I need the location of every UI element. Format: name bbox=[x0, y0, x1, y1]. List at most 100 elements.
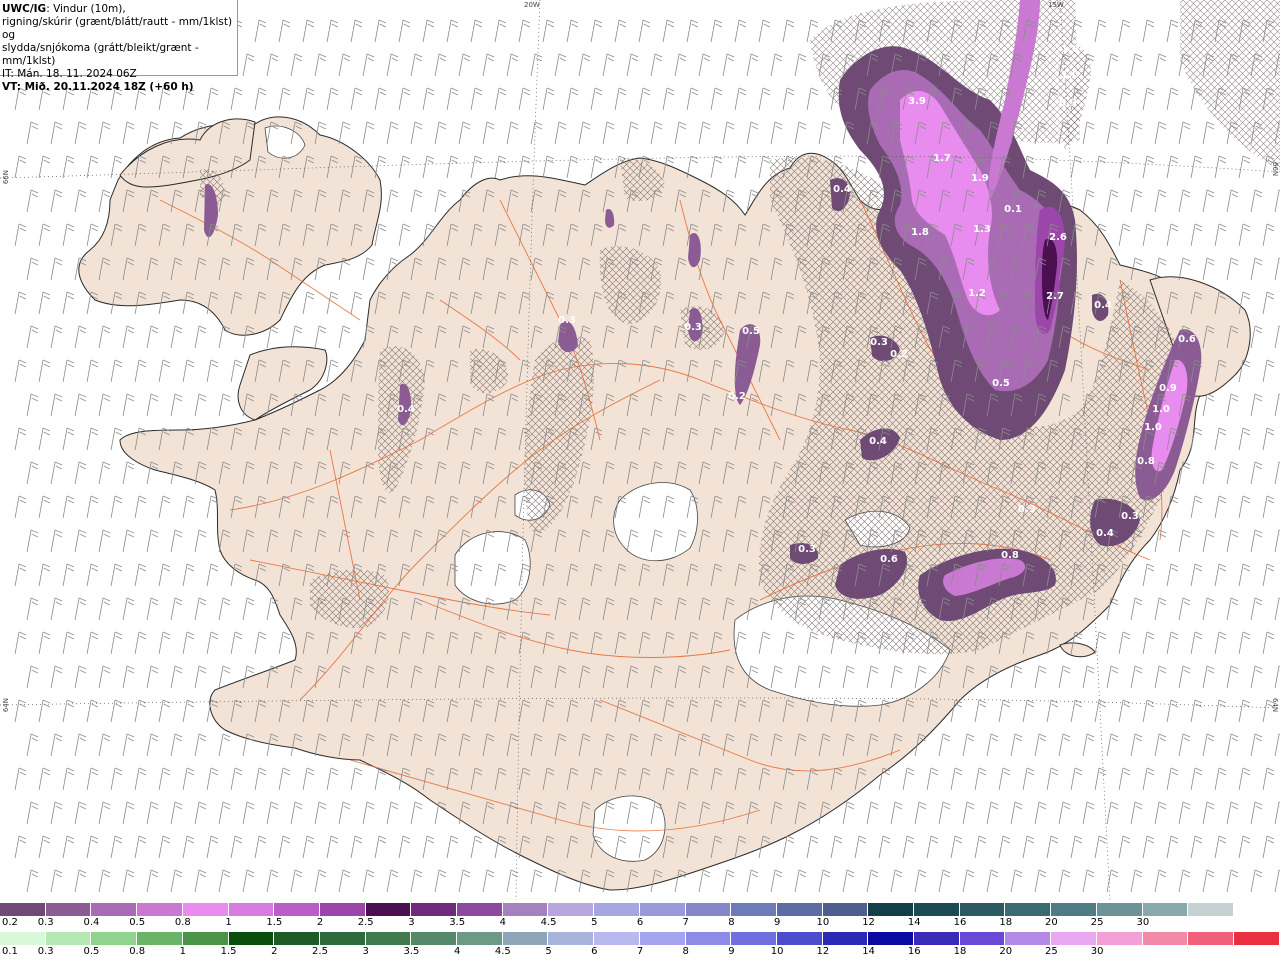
legend-swatch bbox=[639, 932, 686, 945]
precip-value-label: 1.0 bbox=[1061, 70, 1079, 81]
coord-top-20w: 20W bbox=[524, 1, 540, 9]
legend-label: 4 bbox=[499, 917, 507, 928]
legend-swatch bbox=[319, 903, 366, 916]
precip-value-label: 0.8 bbox=[1001, 550, 1019, 561]
legend-swatch bbox=[274, 932, 320, 945]
legend-label: 10 bbox=[770, 946, 784, 957]
legend-swatch bbox=[1188, 932, 1234, 945]
precip-value-label: 3.9 bbox=[908, 96, 926, 107]
info-line-3: slydda/snjókoma (grátt/bleikt/grænt - mm… bbox=[2, 42, 199, 67]
legend-swatch bbox=[1233, 932, 1280, 945]
precip-value-label: 0.4 bbox=[1096, 528, 1114, 539]
legend-swatch bbox=[411, 903, 458, 916]
legend-swatch bbox=[274, 903, 320, 916]
legend-swatch bbox=[914, 903, 960, 916]
legend-label: 14 bbox=[907, 917, 921, 928]
legend-label: 30 bbox=[1136, 917, 1150, 928]
legend-swatch bbox=[91, 932, 138, 945]
legend-label: 0.4 bbox=[83, 917, 100, 928]
precip-value-label: 1.2 bbox=[968, 288, 986, 299]
legend-swatch bbox=[411, 932, 458, 945]
legend-label: 0.3 bbox=[37, 917, 54, 928]
precip-value-label: 0.3 bbox=[684, 322, 702, 333]
precip-value-label: 0.9 bbox=[1159, 383, 1177, 394]
precip-value-label: 1.9 bbox=[971, 173, 989, 184]
legend-label: 20 bbox=[1045, 917, 1058, 928]
legend-swatch bbox=[731, 903, 777, 916]
legend-label: 7 bbox=[682, 917, 689, 928]
legend-label: 9 bbox=[773, 917, 781, 928]
legend-label: 25 bbox=[1045, 946, 1058, 957]
legend-label: 14 bbox=[862, 946, 875, 957]
legend-label: 2.5 bbox=[357, 917, 374, 928]
precip-value-label: 0.8 bbox=[1137, 456, 1155, 467]
precip-value-label: 1.0 bbox=[1144, 422, 1162, 433]
legend-swatch bbox=[776, 932, 823, 945]
legend-label: 12 bbox=[816, 946, 830, 957]
snow-legend-swatches bbox=[0, 903, 1280, 916]
precip-value-label: 2.6 bbox=[1049, 232, 1067, 243]
legend-label: 30 bbox=[1090, 946, 1104, 957]
legend-label: 10 bbox=[816, 917, 830, 928]
legend-swatch bbox=[1005, 932, 1052, 945]
precip-value-label: 0.3 bbox=[1121, 511, 1139, 522]
precip-value-label: 0.3 bbox=[1018, 504, 1036, 515]
legend-label: 7 bbox=[636, 946, 644, 957]
legend-label: 3 bbox=[408, 917, 415, 928]
legend-label: 0.2 bbox=[2, 917, 18, 928]
precip-value-label: 1.7 bbox=[933, 153, 951, 164]
legend-label: 4.5 bbox=[540, 917, 557, 928]
legend-swatch bbox=[959, 903, 1006, 916]
legend-swatch bbox=[868, 932, 915, 945]
legend-swatch bbox=[502, 932, 549, 945]
legend-swatch bbox=[0, 903, 46, 916]
info-title: : Vindur (10m), bbox=[46, 3, 126, 15]
legend-swatch bbox=[365, 903, 412, 916]
legend-swatch bbox=[639, 903, 686, 916]
legend-swatch bbox=[45, 932, 92, 945]
precip-value-label: 0.6 bbox=[1178, 334, 1196, 345]
legend-swatch bbox=[776, 903, 823, 916]
info-line-5: VT: Mið. 20.11.2024 18Z (+60 h) bbox=[2, 81, 194, 93]
legend-label: 8 bbox=[728, 917, 735, 928]
legend-swatch bbox=[1188, 903, 1234, 916]
precip-value-label: 0.5 bbox=[992, 378, 1010, 389]
precip-value-label: 0.1 bbox=[1004, 204, 1022, 215]
legend-label: 0.8 bbox=[129, 946, 146, 957]
coord-right-66n: 66N bbox=[1271, 162, 1279, 177]
precip-value-label: 1.3 bbox=[973, 224, 991, 235]
legend-label: 3 bbox=[362, 946, 369, 957]
legend-label: 5 bbox=[591, 917, 598, 928]
legend-label: 16 bbox=[953, 917, 967, 928]
precip-value-label: 0.4 bbox=[833, 184, 851, 195]
legend-label: 12 bbox=[862, 917, 875, 928]
legend-swatch bbox=[868, 903, 915, 916]
legend-label: 5 bbox=[545, 946, 552, 957]
legend-label: 18 bbox=[999, 917, 1013, 928]
legend-label: 1.5 bbox=[220, 946, 237, 957]
precip-value-label: 1.0 bbox=[1061, 44, 1079, 55]
legend-swatch bbox=[457, 932, 503, 945]
legend-label: 2.5 bbox=[312, 946, 328, 957]
precip-value-label: 0.6 bbox=[880, 554, 898, 565]
legend-swatch bbox=[1051, 932, 1097, 945]
model-name: UWC/IG bbox=[2, 3, 47, 15]
precip-value-label: 0.4 bbox=[397, 404, 415, 415]
precip-value-label: 1.8 bbox=[911, 227, 929, 238]
legend-label: 18 bbox=[953, 946, 967, 957]
legend-swatch bbox=[1005, 903, 1052, 916]
legend-swatch bbox=[914, 932, 960, 945]
legend-swatch bbox=[137, 903, 183, 916]
coord-right-64n: 64N bbox=[1271, 698, 1279, 713]
rain-legend-labels: 0.1 0.3 0.5 0.8 1 1.5 2 2.5 3 3.5 4 4.5 5 6 7 8 9 10 12 14 1… bbox=[0, 946, 1280, 959]
info-line-4: IT: Mán. 18. 11. 2024 06Z bbox=[2, 68, 137, 80]
legend-label: 3.5 bbox=[403, 946, 420, 957]
legend-swatch bbox=[182, 932, 229, 945]
precip-value-label: 0.5 bbox=[742, 326, 760, 337]
legend-label: 1 bbox=[225, 917, 232, 928]
legend-swatch bbox=[548, 903, 595, 916]
weather-map: 3.91.71.91.31.8 2.62.71.20.40.10.40.30.20… bbox=[0, 0, 1280, 960]
precip-value-label: 0.3 bbox=[558, 315, 576, 326]
legend-swatch bbox=[685, 932, 732, 945]
legend-label: 2 bbox=[316, 917, 324, 928]
